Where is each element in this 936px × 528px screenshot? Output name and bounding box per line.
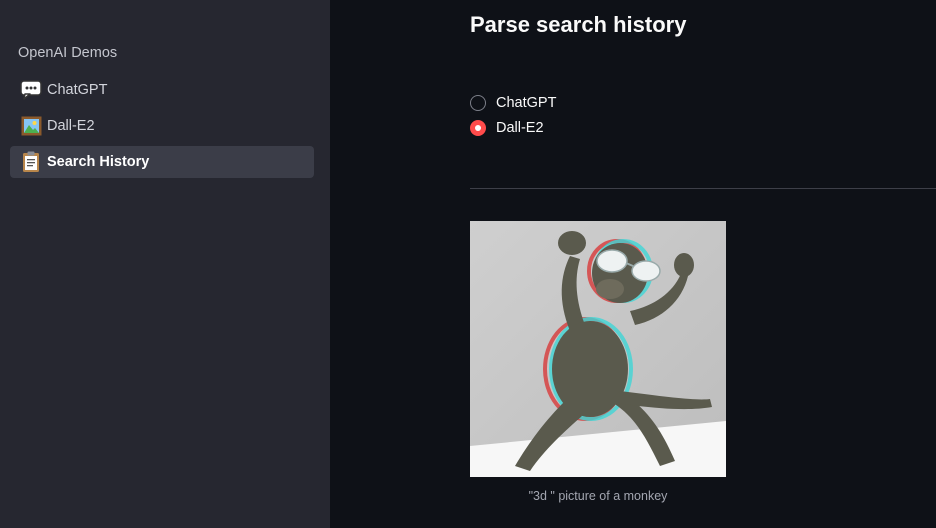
radio-option-dall-e2[interactable]: Dall-E2 (470, 115, 556, 140)
sidebar-heading: OpenAI Demos (18, 45, 118, 61)
radio-option-label: Dall-E2 (496, 119, 544, 136)
monkey-picture (470, 221, 726, 477)
framed-picture-icon (20, 115, 42, 137)
sidebar-item-dall-e2[interactable]: Dall-E2 (10, 110, 314, 142)
radio-dot-icon (475, 124, 481, 131)
sidebar-item-search-history[interactable]: Search History (10, 146, 314, 178)
radio-option-label: ChatGPT (496, 94, 557, 111)
radio-option-chatgpt[interactable]: ChatGPT (470, 90, 556, 115)
radio-button-unchecked[interactable] (470, 94, 486, 111)
radio-button-checked[interactable] (470, 119, 486, 136)
app-window: OpenAI Demos ChatGPT Dall-E2 Search Hist… (0, 0, 936, 528)
sidebar-item-label: ChatGPT (47, 81, 108, 98)
sidebar-item-chatgpt[interactable]: ChatGPT (10, 74, 314, 106)
clipboard-icon (20, 151, 42, 173)
generated-image (470, 221, 726, 477)
sidebar: OpenAI Demos ChatGPT Dall-E2 Search Hist… (0, 0, 330, 528)
sidebar-item-label: Search History (47, 153, 150, 170)
speech-bubble-icon (20, 79, 42, 101)
main-content: Parse search history ChatGPT Dall-E2 "3d… (330, 0, 936, 528)
image-caption: "3d " picture of a monkey (528, 489, 668, 503)
divider (470, 188, 936, 189)
page-title: Parse search history (470, 12, 687, 37)
sidebar-item-label: Dall-E2 (47, 117, 95, 134)
model-radio-group: ChatGPT Dall-E2 (470, 90, 556, 140)
